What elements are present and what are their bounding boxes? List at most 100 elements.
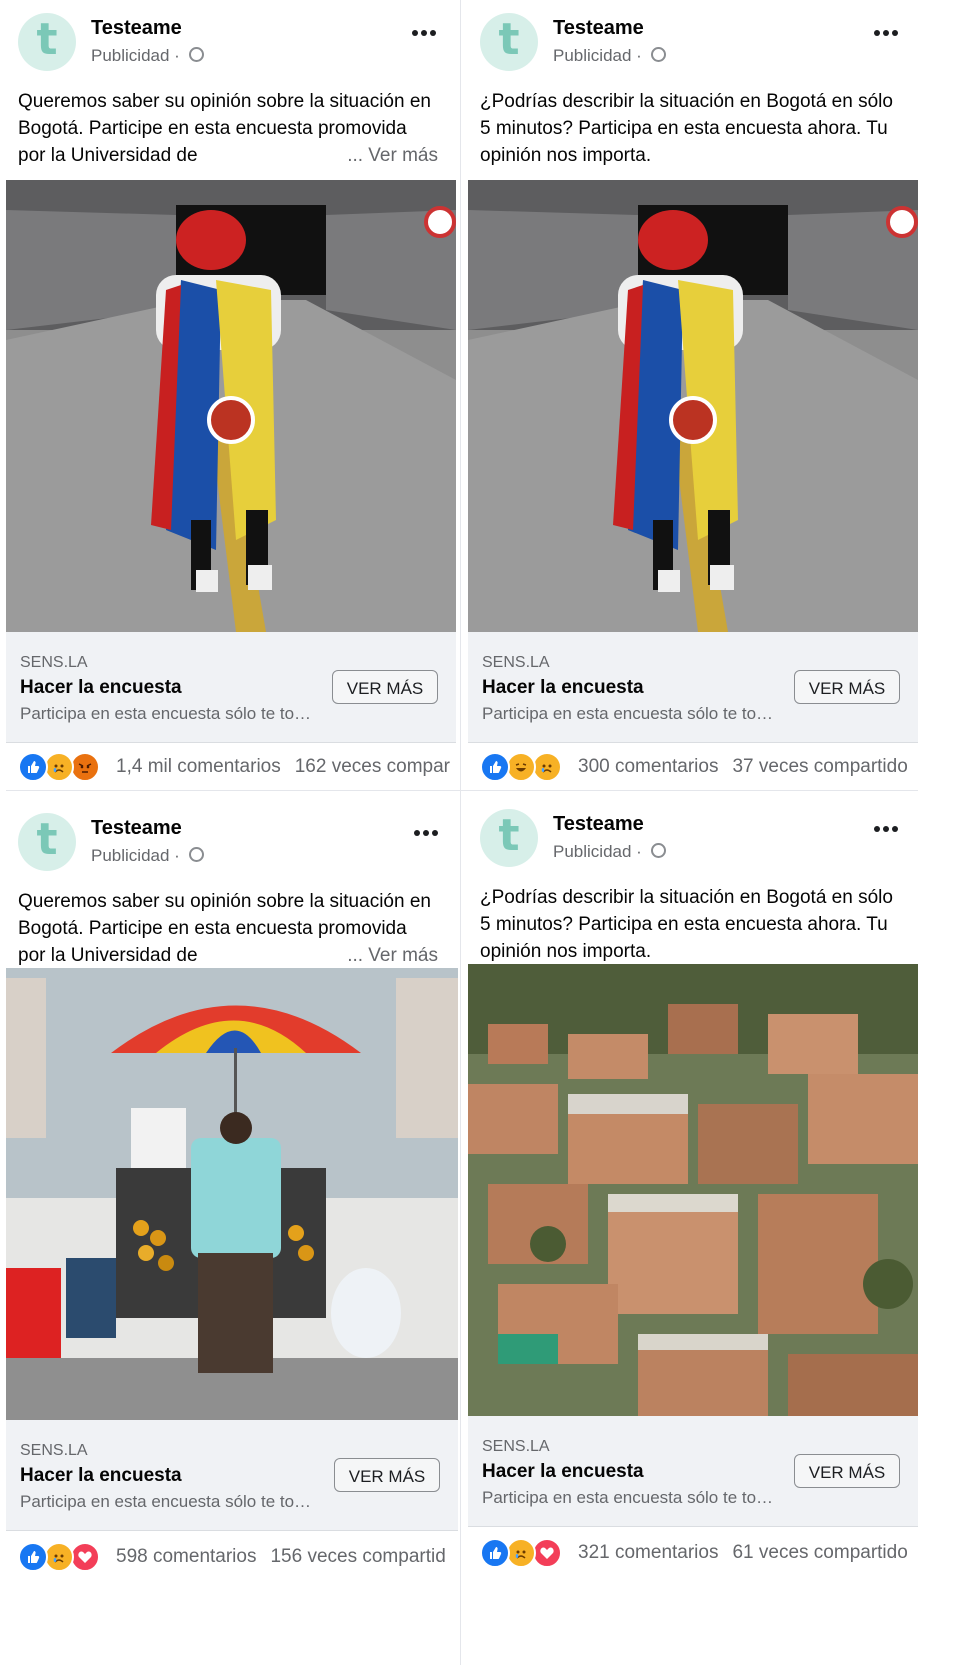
sad-icon <box>506 1538 536 1568</box>
post-image[interactable] <box>468 180 918 658</box>
reactions[interactable] <box>18 1542 100 1572</box>
ad-post: t Testeame Publicidad · Queremos saber s… <box>6 0 456 790</box>
link-title[interactable]: Hacer la encuesta <box>20 677 182 699</box>
comment-count[interactable]: 300 comentarios <box>578 756 718 777</box>
link-description: Participa en esta encuesta sólo te to… <box>20 704 312 723</box>
link-domain: SENS.LA <box>20 654 88 671</box>
post-text: ¿Podrías describir la situación en Bogot… <box>480 884 900 965</box>
page-name[interactable]: Testeame <box>553 813 644 836</box>
see-more-link[interactable]: ... Ver más <box>341 142 438 169</box>
post-message: ¿Podrías describir la situación en Bogot… <box>480 91 893 166</box>
page-name[interactable]: Testeame <box>553 17 644 40</box>
share-count[interactable]: 156 veces compartid <box>270 1546 445 1567</box>
post-divider <box>6 790 918 791</box>
sad-icon <box>532 752 562 782</box>
link-preview[interactable]: SENS.LA Hacer la encuesta Participa en e… <box>6 632 456 743</box>
page-avatar[interactable]: t <box>480 13 538 71</box>
love-icon <box>532 1538 562 1568</box>
engagement-bar: 300 comentarios 37 veces compartido <box>468 740 918 790</box>
post-image[interactable] <box>6 180 456 658</box>
share-count[interactable]: 37 veces compartido <box>732 756 907 777</box>
engagement-bar: 598 comentarios 156 veces compartid <box>6 1530 458 1582</box>
link-preview[interactable]: SENS.LA Hacer la encuesta Participa en e… <box>468 1416 918 1527</box>
link-domain: SENS.LA <box>20 1442 88 1459</box>
ad-post: t Testeame Publicidad · ¿Podrías describ… <box>468 796 918 1665</box>
like-icon <box>18 752 48 782</box>
sponsored-label: Publicidad · <box>91 846 204 866</box>
globe-icon <box>188 47 204 62</box>
see-more-button[interactable]: VER MÁS <box>334 1458 440 1492</box>
see-more-button[interactable]: VER MÁS <box>332 670 438 704</box>
post-text: Queremos saber su opinión sobre la situa… <box>18 888 438 969</box>
sponsored-text: Publicidad <box>553 842 632 861</box>
post-text: Queremos saber su opinión sobre la situa… <box>18 88 438 169</box>
haha-icon <box>506 752 536 782</box>
link-title[interactable]: Hacer la encuesta <box>20 1465 182 1487</box>
link-description: Participa en esta encuesta sólo te to… <box>482 704 774 723</box>
angry-icon <box>70 752 100 782</box>
see-more-button[interactable]: VER MÁS <box>794 670 900 704</box>
sad-icon <box>44 1542 74 1572</box>
reactions[interactable] <box>18 752 100 782</box>
post-header: t Testeame Publicidad · <box>468 796 918 876</box>
more-options-icon[interactable] <box>414 830 438 836</box>
link-domain: SENS.LA <box>482 1438 550 1455</box>
post-image[interactable] <box>6 968 458 1420</box>
link-title[interactable]: Hacer la encuesta <box>482 677 644 699</box>
engagement-bar: 321 comentarios 61 veces compartido <box>468 1526 918 1578</box>
like-icon <box>480 752 510 782</box>
see-more-link[interactable]: ... Ver más <box>341 942 438 969</box>
page-avatar[interactable]: t <box>18 13 76 71</box>
link-preview[interactable]: SENS.LA Hacer la encuesta Participa en e… <box>468 632 918 743</box>
link-description: Participa en esta encuesta sólo te to… <box>482 1488 774 1507</box>
sponsored-text: Publicidad <box>91 46 170 65</box>
globe-icon <box>650 843 666 858</box>
flag-road-image <box>6 180 456 632</box>
love-icon <box>70 1542 100 1572</box>
street-vendor-image <box>6 968 458 1420</box>
sponsored-label: Publicidad · <box>91 46 204 66</box>
post-header: t Testeame Publicidad · <box>468 0 918 80</box>
link-description: Participa en esta encuesta sólo te to… <box>20 1492 312 1511</box>
see-more-button[interactable]: VER MÁS <box>794 1454 900 1488</box>
post-message: ¿Podrías describir la situación en Bogot… <box>480 887 893 962</box>
page-name[interactable]: Testeame <box>91 17 182 40</box>
globe-icon <box>188 847 204 862</box>
page-avatar[interactable]: t <box>18 813 76 871</box>
more-options-icon[interactable] <box>874 826 898 832</box>
share-count[interactable]: 61 veces compartido <box>732 1542 907 1563</box>
page-avatar[interactable]: t <box>480 809 538 867</box>
post-text: ¿Podrías describir la situación en Bogot… <box>480 88 900 169</box>
reactions[interactable] <box>480 752 562 782</box>
flag-road-image <box>468 180 918 632</box>
engagement-counts: 1,4 mil comentarios 162 veces compar <box>116 756 450 778</box>
sad-icon <box>44 752 74 782</box>
hillside-houses-image <box>468 964 918 1416</box>
globe-icon <box>650 47 666 62</box>
comment-count[interactable]: 1,4 mil comentarios <box>116 756 281 777</box>
engagement-counts: 598 comentarios 156 veces compartid <box>116 1546 446 1568</box>
engagement-counts: 300 comentarios 37 veces compartido <box>578 756 908 778</box>
sponsored-label: Publicidad · <box>553 842 666 862</box>
more-options-icon[interactable] <box>874 30 898 36</box>
reactions[interactable] <box>480 1538 562 1568</box>
post-header: t Testeame Publicidad · <box>6 0 456 80</box>
sponsored-label: Publicidad · <box>553 46 666 66</box>
column-divider <box>460 0 461 1665</box>
post-header: t Testeame Publicidad · <box>6 800 458 880</box>
link-preview[interactable]: SENS.LA Hacer la encuesta Participa en e… <box>6 1420 458 1531</box>
like-icon <box>18 1542 48 1572</box>
engagement-bar: 1,4 mil comentarios 162 veces compar <box>6 740 456 790</box>
sponsored-text: Publicidad <box>553 46 632 65</box>
ad-post: t Testeame Publicidad · ¿Podrías describ… <box>468 0 918 790</box>
comment-count[interactable]: 598 comentarios <box>116 1546 256 1567</box>
share-count[interactable]: 162 veces compar <box>295 756 450 777</box>
more-options-icon[interactable] <box>412 30 436 36</box>
link-title[interactable]: Hacer la encuesta <box>482 1461 644 1483</box>
page-name[interactable]: Testeame <box>91 817 182 840</box>
link-domain: SENS.LA <box>482 654 550 671</box>
engagement-counts: 321 comentarios 61 veces compartido <box>578 1542 908 1564</box>
post-image[interactable] <box>468 964 918 1416</box>
comment-count[interactable]: 321 comentarios <box>578 1542 718 1563</box>
ad-post: t Testeame Publicidad · Queremos saber s… <box>6 800 458 1665</box>
